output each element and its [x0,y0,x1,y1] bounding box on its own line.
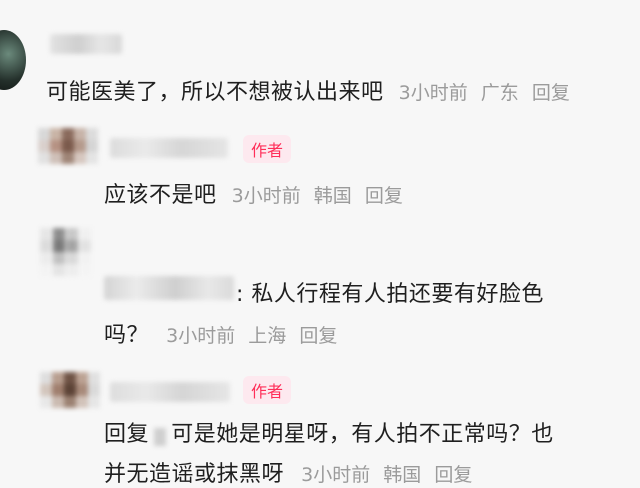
comment-1: 可能医美了，所以不想被认出来吧 3小时前 广东 回复 [46,74,570,106]
comment-4: 回复 可是她是明星呀，有人拍不正常吗？也 [104,416,554,448]
reply-button[interactable]: 回复 [299,325,337,347]
comment-text: : 私人行程有人拍还要有好脸色 [236,282,544,307]
comment-location: 韩国 [383,464,422,486]
comment-time: 3小时前 [301,464,371,486]
username-blurred[interactable] [110,138,228,158]
username-blurred[interactable] [110,382,230,402]
comment-2: 应该不是吧 3小时前 韩国 回复 [104,177,403,209]
comment-text: 应该不是吧 [104,183,217,208]
comment-text: 可是她是明星呀，有人拍不正常吗？也 [171,422,554,447]
username-blurred[interactable] [50,34,122,54]
comment-time: 3小时前 [166,325,236,347]
comment-text: 吗？ [104,323,150,348]
comment-location: 上海 [248,325,287,347]
avatar[interactable] [0,30,26,90]
reply-prefix: 回复 [104,422,150,447]
reply-button[interactable]: 回复 [434,464,472,486]
comment-time: 3小时前 [398,82,468,104]
comment-3: : 私人行程有人拍还要有好脸色 [236,276,544,308]
author-badge: 作者 [243,376,292,404]
comment-text: 并无造谣或抹黑呀 [104,462,285,487]
avatar[interactable] [40,372,100,408]
avatar[interactable] [38,128,98,164]
comment-4-line2: 并无造谣或抹黑呀 3小时前 韩国 回复 [104,456,472,488]
avatar[interactable] [40,228,92,276]
username-blurred[interactable] [104,276,234,300]
comment-text: 可能医美了，所以不想被认出来吧 [46,80,384,105]
mention-blurred[interactable] [154,427,167,446]
reply-button[interactable]: 回复 [365,185,403,207]
comment-time: 3小时前 [231,185,301,207]
author-badge: 作者 [243,135,292,163]
comment-location: 广东 [480,82,519,104]
comment-3-line2: 吗？ 3小时前 上海 回复 [104,317,337,349]
comment-location: 韩国 [313,185,352,207]
reply-button[interactable]: 回复 [532,82,570,104]
